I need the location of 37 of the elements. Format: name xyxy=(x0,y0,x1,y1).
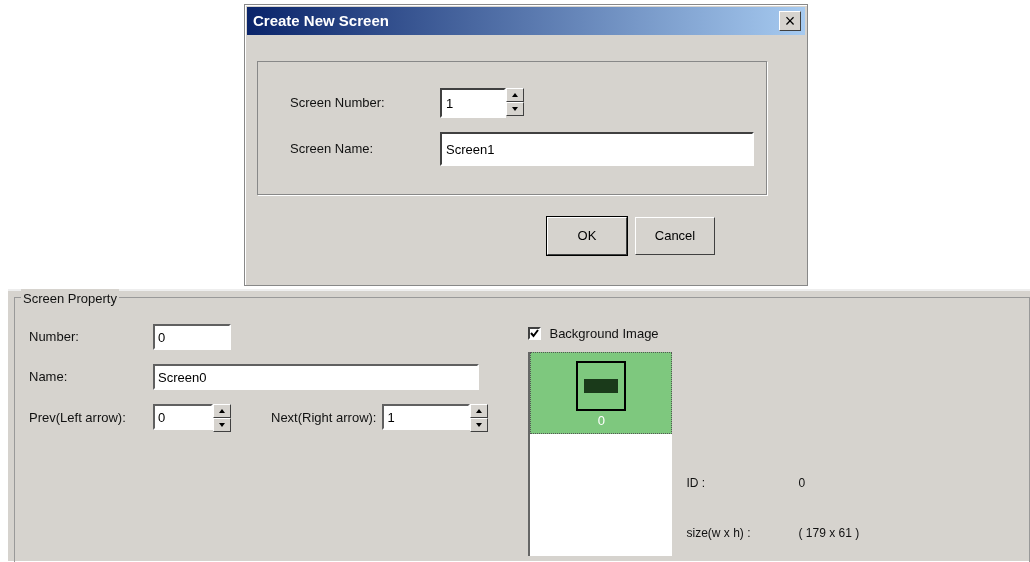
field-label: Number: xyxy=(29,328,80,347)
up-arrow-icon xyxy=(512,93,518,97)
dialog-button[interactable]: Cancel xyxy=(635,217,715,255)
field-label: Screen Number: xyxy=(290,94,386,113)
up-arrow-icon xyxy=(219,409,225,413)
down-arrow-icon xyxy=(476,423,483,427)
info-value: ( 179 x 61 ) xyxy=(798,524,860,542)
field-label: Prev(Left arrow): xyxy=(29,409,127,428)
thumbnail-caption: 0 xyxy=(597,411,606,430)
panel-icon xyxy=(576,360,627,411)
text-field[interactable]: 0 xyxy=(153,324,231,350)
field-label: Next(Right arrow): xyxy=(271,409,377,428)
spin-up-button[interactable] xyxy=(470,404,489,418)
down-arrow-icon xyxy=(219,423,225,427)
text-field[interactable]: Screen1 xyxy=(440,132,754,166)
spin-up-button[interactable] xyxy=(213,404,231,418)
checkbox-label: Background Image xyxy=(549,325,659,343)
up-arrow-icon xyxy=(476,409,483,413)
info-value: 0 xyxy=(798,475,807,492)
dialog-button[interactable]: OK xyxy=(547,217,627,255)
down-arrow-icon xyxy=(512,107,518,111)
info-label: ID : xyxy=(686,475,707,492)
group-title: Screen Property xyxy=(21,289,119,309)
spin-field[interactable]: 0 xyxy=(153,404,213,430)
close-button[interactable]: × xyxy=(779,11,801,31)
spin-down-button[interactable] xyxy=(213,418,231,432)
info-label: size(w x h) : xyxy=(686,524,752,542)
text-field[interactable]: Screen0 xyxy=(153,364,479,390)
field-label: Name: xyxy=(29,368,69,387)
spin-down-button[interactable] xyxy=(470,418,489,432)
spin-field[interactable]: 1 xyxy=(382,404,471,430)
spin-down-button[interactable] xyxy=(506,102,524,116)
field-label: Screen Name: xyxy=(290,140,375,159)
spin-up-button[interactable] xyxy=(506,88,524,102)
window-title: Create New Screen xyxy=(253,10,389,31)
spin-field[interactable]: 1 xyxy=(440,88,506,118)
checkbox[interactable] xyxy=(528,327,542,341)
